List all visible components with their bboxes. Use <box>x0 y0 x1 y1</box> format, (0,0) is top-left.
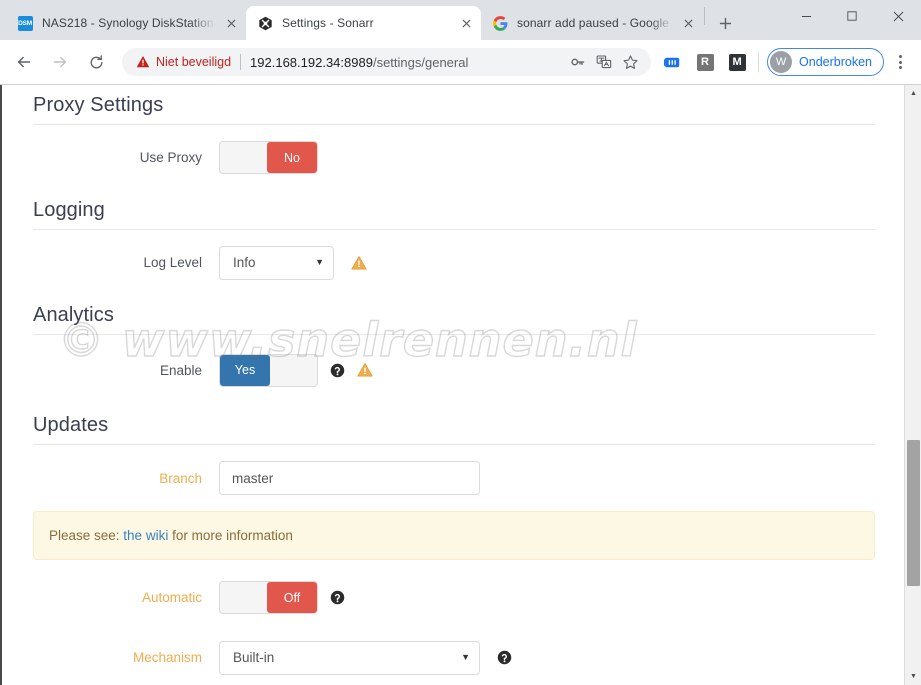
toggle-analytics-enable-state: Yes <box>220 354 270 386</box>
help-icon[interactable] <box>330 590 345 605</box>
browser-window: DSM NAS218 - Synology DiskStation Settin… <box>0 0 921 685</box>
r-extension-icon[interactable]: R <box>692 49 718 75</box>
omnibox-divider <box>240 54 242 70</box>
toolbar-divider <box>758 52 760 72</box>
minimize-icon[interactable] <box>783 0 829 32</box>
vertical-scrollbar[interactable]: ▲ ▼ <box>904 85 921 685</box>
form-row-automatic: Automatic Off <box>2 560 908 630</box>
alert-suffix: for more information <box>168 528 293 543</box>
tab-title: NAS218 - Synology DiskStation <box>42 16 214 30</box>
label-branch: Branch <box>159 470 202 486</box>
google-icon <box>492 15 508 31</box>
section-title-analytics: Analytics <box>33 304 114 326</box>
profile-chip[interactable]: W Onderbroken <box>767 48 884 76</box>
alert-prefix: Please see: <box>49 528 124 543</box>
toggle-use-proxy[interactable]: No <box>219 141 318 174</box>
form-row-log-level: Log Level Info ▼ <box>2 230 908 295</box>
section-title-updates: Updates <box>33 414 109 436</box>
url-text: 192.168.192.34:8989/settings/general <box>250 55 565 70</box>
toggle-automatic[interactable]: Off <box>219 581 318 614</box>
back-arrow-icon[interactable] <box>10 48 38 76</box>
section-title-logging: Logging <box>33 199 105 221</box>
wiki-alert: Please see: the wiki for more informatio… <box>33 511 875 560</box>
dsm-icon-label: DSM <box>17 15 33 31</box>
toggle-automatic-state: Off <box>267 582 317 613</box>
input-branch-value: master <box>232 470 274 486</box>
tab-strip: DSM NAS218 - Synology DiskStation Settin… <box>0 0 921 40</box>
browser-tab-google-search[interactable]: sonarr add paused - Google zo <box>481 6 703 40</box>
toggle-use-proxy-state: No <box>267 142 317 173</box>
tab-title: sonarr add paused - Google zo <box>517 16 673 30</box>
label-analytics-enable: Enable <box>159 362 202 378</box>
section-title-proxy: Proxy Settings <box>33 94 164 116</box>
browser-toolbar: Niet beveiligd 192.168.192.34:8989/setti… <box>0 40 921 85</box>
form-row-use-proxy: Use Proxy No <box>2 125 908 190</box>
close-icon[interactable] <box>222 14 240 32</box>
r-extension-label: R <box>696 53 714 71</box>
close-window-icon[interactable] <box>875 0 921 32</box>
dsm-icon: DSM <box>17 15 33 31</box>
reload-icon[interactable] <box>82 48 110 76</box>
omnibox-icons <box>565 49 643 75</box>
m-extension-icon[interactable]: M <box>724 49 750 75</box>
browser-tab-nas218[interactable]: DSM NAS218 - Synology DiskStation <box>6 6 246 40</box>
chevron-down-icon: ▼ <box>315 257 324 267</box>
maximize-icon[interactable] <box>829 0 875 32</box>
scroll-down-icon[interactable]: ▼ <box>905 668 921 685</box>
tab-separator <box>704 7 705 25</box>
label-automatic: Automatic <box>141 590 202 605</box>
url-path: /settings/general <box>372 54 469 70</box>
select-mechanism-value: Built-in <box>233 650 275 665</box>
sonarr-icon <box>257 15 273 31</box>
translate-icon[interactable] <box>591 49 617 75</box>
extension-icons: R M <box>657 49 753 75</box>
label-mechanism: Mechanism <box>132 650 202 665</box>
input-branch[interactable]: master <box>219 461 480 495</box>
form-row-branch: Branch master <box>2 445 908 511</box>
select-log-level-value: Info <box>233 255 256 270</box>
form-row-mechanism: Mechanism Built-in ▼ <box>2 630 908 685</box>
forward-arrow-icon[interactable] <box>46 48 74 76</box>
m-extension-label: M <box>728 53 746 71</box>
profile-label: Onderbroken <box>799 55 872 69</box>
label-use-proxy: Use Proxy <box>139 150 202 165</box>
help-icon[interactable] <box>330 363 345 378</box>
page-viewport: © www.snelrennen.nl Proxy Settings Use P… <box>0 85 921 685</box>
sonarr-settings-general: © www.snelrennen.nl Proxy Settings Use P… <box>2 85 908 685</box>
scroll-up-icon[interactable]: ▲ <box>905 85 921 102</box>
window-controls <box>783 0 921 40</box>
toggle-analytics-enable[interactable]: Yes <box>219 353 318 387</box>
close-icon[interactable] <box>679 14 697 32</box>
wiki-link[interactable]: the wiki <box>123 528 168 543</box>
select-log-level[interactable]: Info ▼ <box>219 245 334 280</box>
security-warning-label: Niet beveiligd <box>156 55 232 69</box>
scrollbar-thumb[interactable] <box>907 440 920 586</box>
chevron-down-icon: ▼ <box>461 652 470 662</box>
tab-title: Settings - Sonarr <box>282 16 374 30</box>
help-icon[interactable] <box>497 650 512 665</box>
key-icon[interactable] <box>565 49 591 75</box>
security-warning[interactable]: Niet beveiligd <box>136 55 231 69</box>
three-dots-menu-icon[interactable] <box>887 48 913 76</box>
address-bar[interactable]: Niet beveiligd 192.168.192.34:8989/setti… <box>122 48 652 76</box>
avatar: W <box>770 51 793 73</box>
select-mechanism[interactable]: Built-in ▼ <box>219 640 480 675</box>
new-tab-button[interactable] <box>711 9 739 37</box>
warning-triangle-icon <box>136 55 150 69</box>
url-host: 192.168.192.34:8989 <box>250 54 373 70</box>
warning-triangle-icon[interactable] <box>357 362 373 378</box>
bookmark-star-icon[interactable] <box>617 49 643 75</box>
reading-list-icon[interactable] <box>660 49 686 75</box>
form-row-analytics-enable: Enable Yes <box>2 335 908 405</box>
browser-tab-sonarr[interactable]: Settings - Sonarr <box>246 6 481 40</box>
close-icon[interactable] <box>457 14 475 32</box>
label-log-level: Log Level <box>143 255 202 270</box>
warning-triangle-icon[interactable] <box>351 255 367 271</box>
